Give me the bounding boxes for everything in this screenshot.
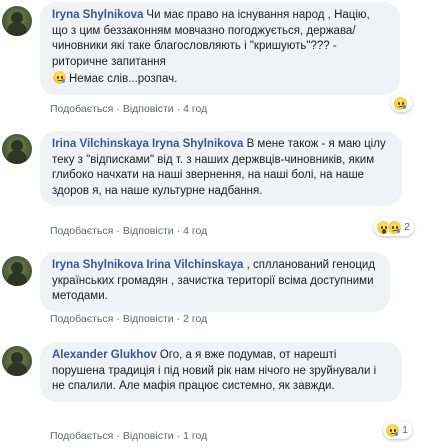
comment-author[interactable]: Iryna Shylnikova bbox=[52, 9, 143, 21]
reactions-badge[interactable]: 1 bbox=[383, 421, 412, 439]
like-link[interactable]: Подобається bbox=[50, 225, 113, 237]
reactions-badge[interactable] bbox=[391, 94, 412, 112]
comment-mention[interactable]: Irina Vilchinskaya bbox=[146, 259, 243, 271]
comment-author[interactable]: Alexander Glukhov bbox=[52, 349, 157, 361]
comment-bubble: Irina Vilchinskaya Iryna Shylnikova В мен… bbox=[40, 131, 402, 206]
comment-mention[interactable]: Iryna Shylnikova bbox=[152, 138, 243, 150]
reply-link[interactable]: Відповісти bbox=[123, 313, 174, 325]
reactions-badge[interactable]: 2 bbox=[374, 218, 414, 236]
comment-actions: Подобається · Відповісти · 4 год bbox=[50, 225, 208, 237]
comment-time[interactable]: 4 год bbox=[183, 225, 207, 237]
comment-actions: Подобається · Відповісти · 2 год bbox=[50, 313, 208, 325]
reply-link[interactable]: Відповісти bbox=[123, 103, 174, 115]
like-link[interactable]: Подобається bbox=[50, 313, 113, 325]
avatar[interactable] bbox=[2, 6, 32, 36]
comment-bubble: Alexander Glukhov Ого, а я вже подумав, о… bbox=[40, 342, 402, 402]
like-link[interactable]: Подобається bbox=[50, 103, 113, 115]
comment-bubble: Iryna Shylnikova Irina Vilchinskaya , спл… bbox=[40, 252, 390, 312]
sad-emoji-icon bbox=[385, 422, 401, 438]
reactions-count: 1 bbox=[402, 424, 408, 436]
reply-link[interactable]: Відповісти bbox=[123, 225, 174, 237]
avatar[interactable] bbox=[2, 256, 32, 286]
sad-cry-emoji-icon bbox=[52, 70, 67, 85]
comment-actions: Подобається · Відповісти · 4 год bbox=[50, 103, 208, 115]
sad-emoji-icon bbox=[393, 95, 408, 111]
like-link[interactable]: Подобається bbox=[50, 430, 113, 442]
comment-time[interactable]: 1 год bbox=[183, 430, 207, 442]
avatar[interactable] bbox=[2, 346, 32, 376]
comment-time[interactable]: 4 год bbox=[183, 103, 207, 115]
reactions-count: 2 bbox=[404, 221, 410, 233]
avatar[interactable] bbox=[2, 134, 32, 164]
comment-extra-text: Немає слів...розпач. bbox=[69, 73, 178, 85]
comment-author[interactable]: Iryna Shylnikova bbox=[52, 259, 143, 271]
comment-bubble: Iryna Shylnikova Чи має право на існуванн… bbox=[40, 2, 400, 95]
comment-actions: Подобається · Відповісти · 1 год bbox=[50, 430, 208, 442]
sad-emoji-icon bbox=[387, 219, 403, 235]
reply-link[interactable]: Відповісти bbox=[123, 430, 174, 442]
comment-time[interactable]: 2 год bbox=[183, 313, 207, 325]
comment-author[interactable]: Irina Vilchinskaya bbox=[52, 138, 149, 150]
